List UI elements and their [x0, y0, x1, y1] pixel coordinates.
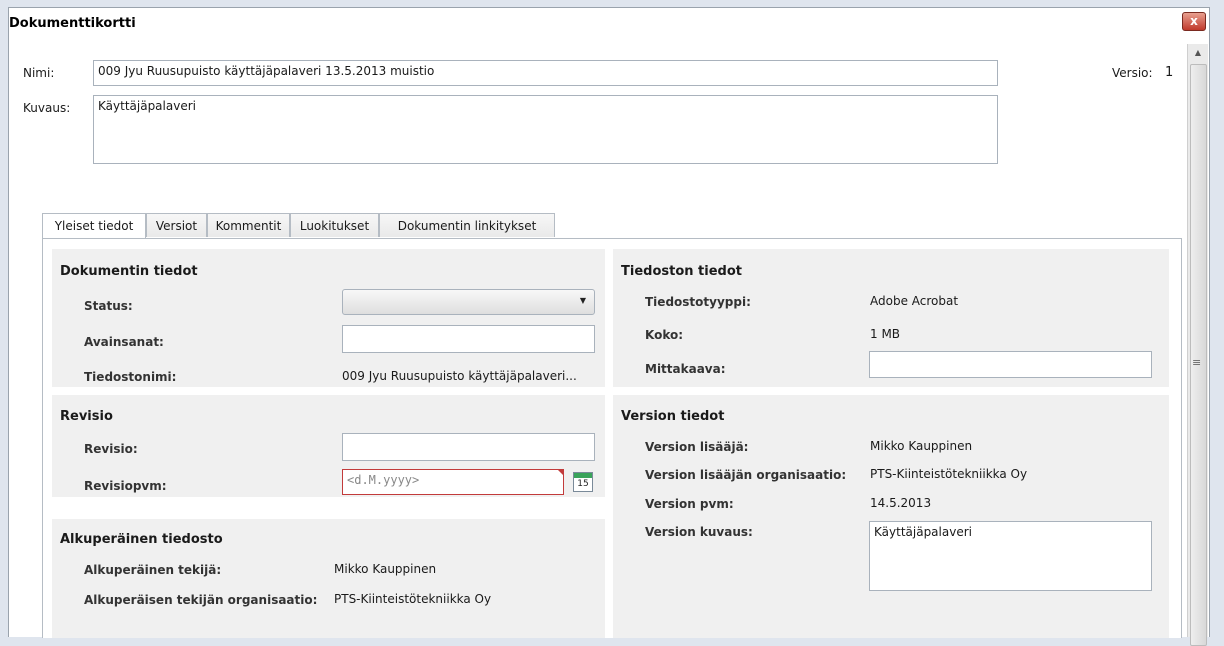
original-org-label: Alkuperäisen tekijän organisaatio: [84, 593, 318, 607]
file-type-label: Tiedostotyyppi: [645, 295, 751, 309]
revision-date-label: Revisiopvm: [84, 479, 167, 493]
revision-input[interactable] [342, 433, 595, 461]
tab-document-links[interactable]: Dokumentin linkitykset [379, 213, 555, 237]
original-author-label: Alkuperäinen tekijä: [84, 563, 222, 577]
revision-date-input[interactable]: <d.M.yyyy> [342, 469, 564, 495]
revision-title: Revisio [60, 409, 113, 424]
original-file-title: Alkuperäinen tiedosto [60, 532, 223, 547]
file-info-title: Tiedoston tiedot [621, 264, 742, 279]
status-dropdown[interactable]: ▼ [342, 289, 595, 315]
description-field[interactable]: Käyttäjäpalaveri [93, 95, 998, 164]
scroll-thumb[interactable] [1190, 64, 1207, 646]
version-adder-value: Mikko Kauppinen [870, 439, 973, 453]
revision-panel: Revisio Revisio: Revisiopvm: <d.M.yyyy> … [52, 395, 605, 497]
grip-icon: ≡ [1192, 356, 1202, 369]
file-size-value: 1 MB [870, 327, 901, 341]
tab-content: Dokumentin tiedot Status: ▼ Avainsanat: … [42, 238, 1182, 638]
scale-label: Mittakaava: [645, 362, 726, 376]
scroll-up-icon[interactable]: ▲ [1188, 44, 1208, 62]
window-title: Dokumenttikortti [9, 16, 136, 31]
document-card-window: Dokumenttikortti x Nimi: 009 Jyu Ruusupu… [8, 7, 1210, 646]
revision-date-placeholder: <d.M.yyyy> [347, 473, 420, 487]
close-icon: x [1190, 14, 1198, 28]
version-description-field[interactable]: Käyttäjäpalaveri [869, 521, 1152, 591]
version-adder-label: Version lisääjä: [645, 440, 749, 454]
version-adder-org-value: PTS-Kiinteistötekniikka Oy [870, 467, 1028, 481]
file-size-label: Koko: [645, 328, 684, 342]
tab-versions[interactable]: Versiot [146, 213, 207, 237]
vertical-scrollbar[interactable]: ▲ ≡ [1187, 44, 1208, 646]
version-date-label: Version pvm: [645, 497, 734, 511]
file-type-value: Adobe Acrobat [870, 294, 959, 308]
document-info-title: Dokumentin tiedot [60, 264, 198, 279]
revision-label: Revisio: [84, 442, 138, 456]
original-author-value: Mikko Kauppinen [334, 562, 437, 576]
version-value: 1 [1165, 65, 1174, 80]
chevron-down-icon: ▼ [579, 296, 586, 305]
version-info-title: Version tiedot [621, 409, 725, 424]
error-marker-icon [557, 469, 564, 476]
version-description-label: Version kuvaus: [645, 525, 753, 539]
scale-input[interactable] [869, 351, 1152, 378]
version-info-panel: Version tiedot Version lisääjä: Mikko Ka… [613, 395, 1169, 638]
tab-comments[interactable]: Kommentit [207, 213, 290, 237]
filename-label: Tiedostonimi: [84, 370, 177, 384]
keywords-input[interactable] [342, 325, 595, 353]
name-label: Nimi: [23, 66, 55, 80]
description-label: Kuvaus: [23, 101, 71, 115]
tab-classifications[interactable]: Luokitukset [290, 213, 379, 237]
close-button[interactable]: x [1182, 12, 1206, 31]
calendar-day: 15 [577, 479, 589, 489]
title-bar: Dokumenttikortti x [9, 8, 1209, 36]
file-info-panel: Tiedoston tiedot Tiedostotyyppi: Adobe A… [613, 249, 1169, 387]
keywords-label: Avainsanat: [84, 335, 164, 349]
version-date-value: 14.5.2013 [870, 496, 932, 510]
version-adder-org-label: Version lisääjän organisaatio: [645, 468, 847, 482]
calendar-icon[interactable]: 15 [573, 472, 593, 492]
filename-value: 009 Jyu Ruusupuisto käyttäjäpalaveri... [342, 369, 577, 383]
original-file-panel: Alkuperäinen tiedosto Alkuperäinen tekij… [52, 519, 605, 638]
original-org-value: PTS-Kiinteistötekniikka Oy [334, 592, 492, 606]
version-label: Versio: [1112, 66, 1153, 80]
tab-general[interactable]: Yleiset tiedot [42, 213, 146, 239]
document-info-panel: Dokumentin tiedot Status: ▼ Avainsanat: … [52, 249, 605, 387]
status-label: Status: [84, 299, 133, 313]
name-field[interactable]: 009 Jyu Ruusupuisto käyttäjäpalaveri 13.… [93, 60, 998, 86]
